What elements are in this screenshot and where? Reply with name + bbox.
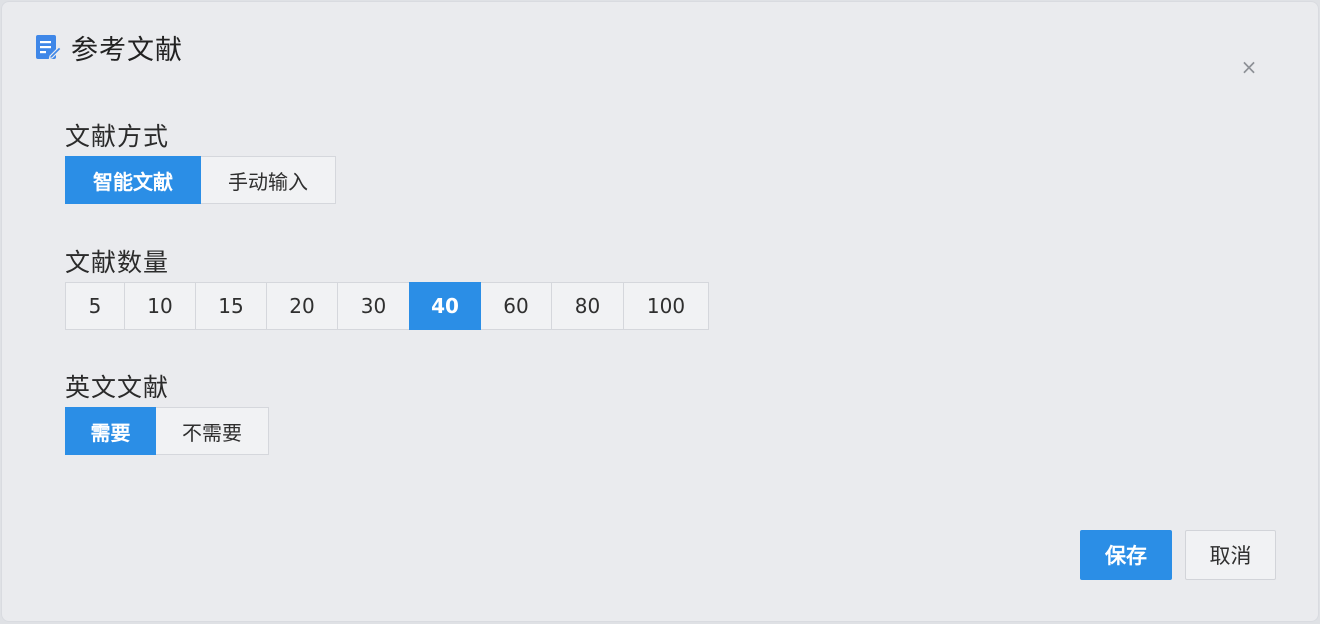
reference-dialog: 参考文献 × 文献方式 智能文献 手动输入 文献数量 5 10 15 20 30… (1, 1, 1319, 622)
count-option-100[interactable]: 100 (623, 282, 709, 330)
method-toggle: 智能文献 手动输入 (65, 156, 336, 204)
english-toggle: 需要 不需要 (65, 407, 269, 455)
count-label: 文献数量 (65, 248, 170, 277)
count-option-80[interactable]: 80 (551, 282, 624, 330)
count-option-5[interactable]: 5 (65, 282, 125, 330)
save-button[interactable]: 保存 (1080, 530, 1172, 580)
count-option-20[interactable]: 20 (266, 282, 338, 330)
close-icon[interactable]: × (1238, 55, 1260, 79)
count-option-30[interactable]: 30 (337, 282, 410, 330)
cancel-button[interactable]: 取消 (1185, 530, 1276, 580)
method-label: 文献方式 (65, 122, 170, 151)
method-option-smart[interactable]: 智能文献 (65, 156, 201, 204)
english-option-need[interactable]: 需要 (65, 407, 156, 455)
count-toggle: 5 10 15 20 30 40 60 80 100 (65, 282, 709, 330)
english-label: 英文文献 (65, 373, 170, 402)
dialog-header: 参考文献 (35, 30, 183, 66)
method-option-manual[interactable]: 手动输入 (200, 156, 336, 204)
count-option-40[interactable]: 40 (409, 282, 481, 330)
document-edit-icon (35, 34, 62, 60)
count-option-60[interactable]: 60 (480, 282, 552, 330)
english-option-no-need[interactable]: 不需要 (155, 407, 269, 455)
count-option-15[interactable]: 15 (195, 282, 267, 330)
dialog-title: 参考文献 (71, 34, 183, 66)
count-option-10[interactable]: 10 (124, 282, 196, 330)
